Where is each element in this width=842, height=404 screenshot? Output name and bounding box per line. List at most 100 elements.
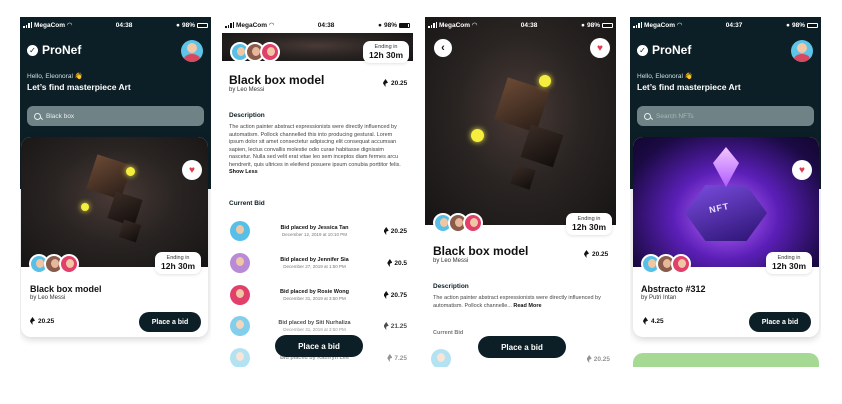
artwork-author: by Leo Messi xyxy=(229,87,265,93)
bidder-avatars xyxy=(230,42,280,62)
artwork-price: 20.25 xyxy=(584,250,608,258)
read-more-link[interactable]: Read More xyxy=(513,303,541,309)
cube-shape xyxy=(118,219,142,243)
app-logo: ✓ ProNef xyxy=(27,43,81,57)
description-heading: Description xyxy=(229,112,265,119)
eth-icon xyxy=(383,322,389,330)
bid-time: December 31, 2019 at 3:50 PM xyxy=(283,296,346,301)
price-value: 20.25 xyxy=(391,79,408,87)
ending-badge: Ending in 12h 30m xyxy=(155,252,202,274)
ending-time: 12h 30m xyxy=(161,261,196,271)
avatar[interactable] xyxy=(181,40,203,62)
next-card-preview[interactable] xyxy=(633,353,819,367)
bid-row: Bid placed by Rosie Wong December 31, 201… xyxy=(230,284,407,306)
place-bid-button[interactable]: Place a bid xyxy=(749,312,811,332)
bidder-avatar xyxy=(230,253,250,273)
status-bar: MegaCom ◠ 04:38 ● 98% xyxy=(20,17,211,33)
bid-amount: 20.5 xyxy=(379,259,407,267)
gem-shape xyxy=(713,147,739,187)
bidder-avatar xyxy=(230,221,250,241)
headline: Let’s find masterpiece Art xyxy=(637,82,741,92)
bidder-avatar xyxy=(671,254,691,274)
bidder-avatars xyxy=(433,213,483,233)
bid-time: December 31, 2019 at 3:50 PM xyxy=(283,327,346,332)
bid-value: 20.75 xyxy=(390,291,407,299)
eth-icon xyxy=(584,250,589,258)
card-price: 4.25 xyxy=(643,317,664,325)
eth-icon xyxy=(387,259,393,267)
battery-icon xyxy=(398,22,410,28)
battery-icon xyxy=(806,22,818,28)
back-button[interactable]: ‹ xyxy=(433,38,453,58)
bidder-avatars xyxy=(641,254,691,274)
bidder-avatar xyxy=(230,316,250,336)
battery-level: 98% xyxy=(181,21,195,29)
logo-icon: ✓ xyxy=(637,44,648,56)
orb-shape xyxy=(471,129,484,142)
eth-icon xyxy=(383,227,389,235)
back-arrow-icon: ‹ xyxy=(441,42,445,54)
nft-card[interactable]: NFT ♥ Ending in 12h 30m Abstracto #312 by… xyxy=(633,137,819,337)
card-author: by Leo Messi xyxy=(30,295,66,301)
description-text: The action painter abstract expressionis… xyxy=(229,124,407,177)
nft-card[interactable]: ♥ Ending in 12h 30m Black box model by Le… xyxy=(21,137,208,337)
bid-row: Bid placed by Jennifer Sia December 27, 2… xyxy=(230,252,407,274)
eth-icon xyxy=(643,317,648,325)
status-bar: MegaCom ◠ 04:38 ● 98% xyxy=(425,17,616,33)
bid-value: 21.25 xyxy=(390,322,407,330)
eth-icon xyxy=(387,354,393,362)
clock: 04:38 xyxy=(520,21,538,29)
screen-detail-expanded: MegaCom ◠ 04:38 ● 98% Ending in 12h 30m Bla… xyxy=(222,17,413,367)
artwork-image xyxy=(21,137,208,267)
app-name: ProNef xyxy=(42,43,82,57)
show-less-link[interactable]: Show Less xyxy=(229,169,258,175)
orb-shape xyxy=(126,167,135,176)
signal-icon xyxy=(633,22,642,28)
place-bid-button[interactable]: Place a bid xyxy=(275,335,363,357)
app-name: ProNef xyxy=(652,43,692,57)
current-bid-heading: Current Bid xyxy=(433,330,464,336)
alarm-icon: ● xyxy=(378,21,382,29)
bidder-name: Bid placed by Siti Nurhaliza xyxy=(278,320,351,326)
card-author: by Putri Intan xyxy=(641,295,677,301)
search-input[interactable]: Black box xyxy=(27,106,204,126)
bid-amount: 21.25 xyxy=(379,322,407,330)
wifi-icon: ◠ xyxy=(269,22,275,29)
search-input[interactable]: Search NFTs xyxy=(637,106,814,126)
cube-shape xyxy=(520,124,564,168)
cube-shape xyxy=(510,164,536,190)
heart-icon: ♥ xyxy=(597,42,603,54)
favorite-button[interactable]: ♥ xyxy=(792,160,812,180)
artwork-title: Black box model xyxy=(229,73,325,87)
search-icon xyxy=(34,112,41,120)
current-bid-heading: Current Bid xyxy=(229,200,265,207)
favorite-button[interactable]: ♥ xyxy=(590,38,610,58)
signal-icon xyxy=(428,22,437,28)
bid-value: 7.25 xyxy=(394,354,407,362)
eth-icon xyxy=(30,317,35,325)
card-price: 20.25 xyxy=(30,317,54,325)
battery-icon xyxy=(196,22,208,28)
bid-value: 20.25 xyxy=(593,355,610,363)
bidder-name: Bid placed by Jennifer Sia xyxy=(280,257,349,263)
description-body: The action painter abstract expressionis… xyxy=(229,124,401,168)
place-bid-button[interactable]: Place a bid xyxy=(139,312,201,332)
bid-row: Bid placed by Siti Nurhaliza December 31,… xyxy=(230,315,407,337)
clock: 04:38 xyxy=(115,21,133,29)
bidder-avatar xyxy=(230,285,250,305)
avatar[interactable] xyxy=(791,40,813,62)
headline: Let’s find masterpiece Art xyxy=(27,82,131,92)
clock: 04:37 xyxy=(725,21,743,29)
greeting: Hello, Eleonoral 👋 xyxy=(637,73,693,80)
wifi-icon: ◠ xyxy=(67,22,73,29)
bidder-name: Bid placed by Jessica Tan xyxy=(280,225,349,231)
price-value: 20.25 xyxy=(592,250,609,258)
carrier: MegaCom xyxy=(644,21,676,29)
ending-time: 12h 30m xyxy=(369,50,404,60)
favorite-button[interactable]: ♥ xyxy=(182,160,202,180)
place-bid-button[interactable]: Place a bid xyxy=(478,336,566,358)
eth-icon xyxy=(586,355,592,363)
bidder-avatar xyxy=(463,213,483,233)
battery-level: 98% xyxy=(791,21,805,29)
bid-amount: 20.75 xyxy=(379,291,407,299)
